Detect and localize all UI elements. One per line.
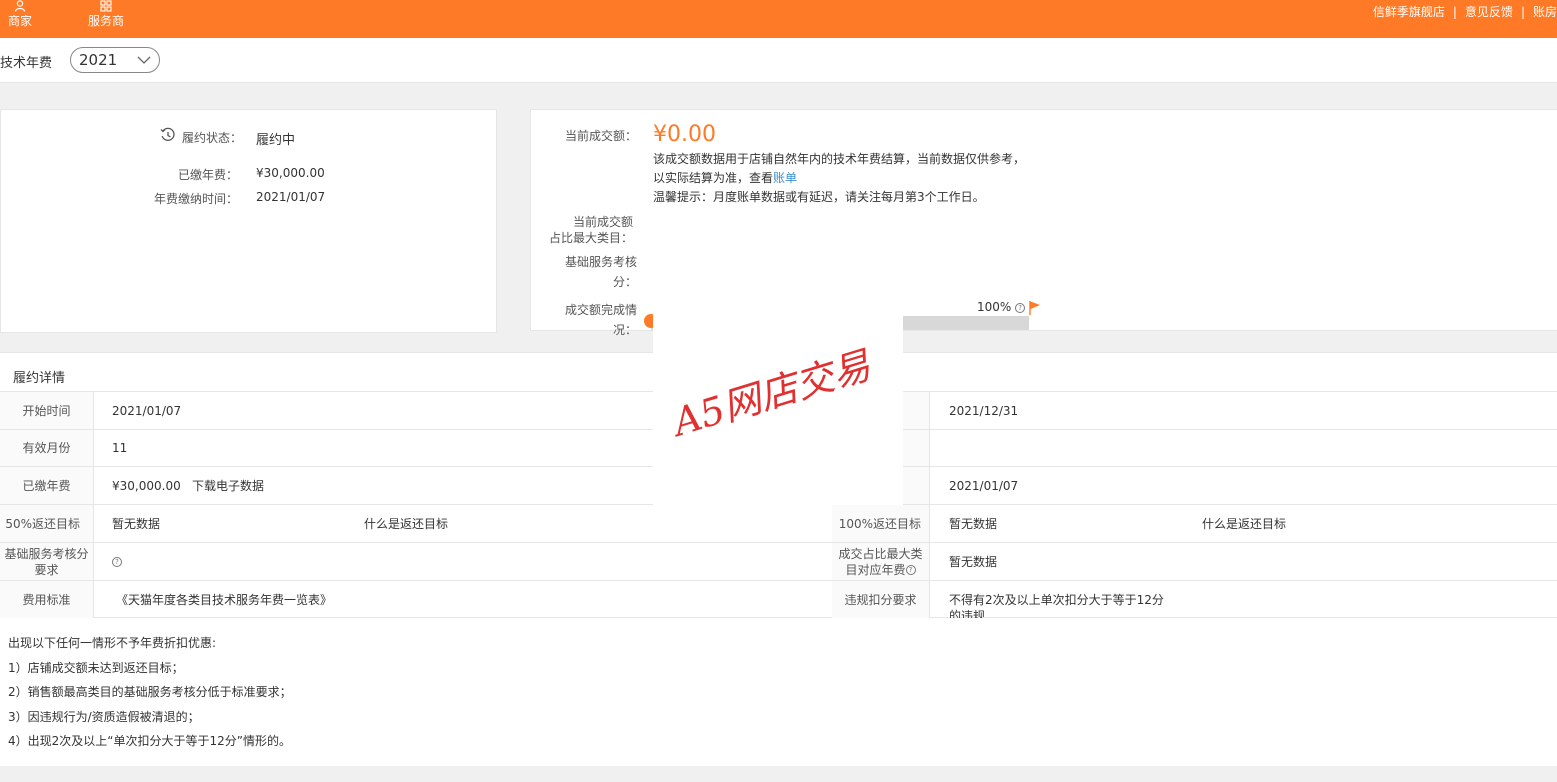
paid-fee-value: ¥30,000.00 <box>256 166 325 180</box>
progress-end-value: 100% <box>977 300 1012 314</box>
base-score-req-label-line1: 基础服务考核分 <box>4 546 89 561</box>
completion-label-line1: 成交额完成情 <box>564 303 637 317</box>
max-category-fee-value: 暂无数据 <box>949 554 998 569</box>
year-select[interactable]: 2021 <box>70 47 160 73</box>
feedback-link[interactable]: 意见反馈 <box>1465 3 1513 20</box>
details-title: 履约详情 <box>13 371 66 386</box>
max-category-fee-label-text: 目对应年费 <box>845 562 906 577</box>
turnover-note: 该成交额数据用于店铺自然年内的技术年费结算，当前数据仅供参考， <box>653 152 1026 166</box>
nav-merchant[interactable]: 商家 <box>6 0 34 38</box>
help-icon[interactable]: ? <box>112 556 122 567</box>
max-category-fee-label: 成交占比最大类 目对应年费? <box>832 543 930 580</box>
current-turnover-label: 当前成交额： <box>564 129 637 143</box>
history-icon <box>160 127 175 141</box>
paid-fee-label: 已缴年费 <box>0 467 94 504</box>
nav-provider[interactable]: 服务商 <box>86 0 126 38</box>
page-title: 技术年费 <box>0 56 53 71</box>
violation-req-value-line2: 的违规 <box>949 609 986 618</box>
end-time-value: 2021/12/31 <box>949 403 1019 418</box>
max-category-label-line2: 占比最大类目： <box>548 231 633 245</box>
payment-time-value: 2021/01/07 <box>949 478 1019 493</box>
table-row: 50%返还目标 暂无数据 什么是返还目标 100%返还目标 暂无数据 什么是返还… <box>0 504 1557 542</box>
watermark-text: A5网店交易 <box>668 343 876 445</box>
store-name-link[interactable]: 信鲜季旗舰店 <box>1373 3 1445 20</box>
start-time-value: 2021/01/07 <box>112 403 182 418</box>
watermark-overlay: A5网店交易 <box>653 305 903 505</box>
fee-standard-label: 费用标准 <box>0 581 94 618</box>
target-50-value: 暂无数据 <box>112 516 161 531</box>
base-score-req-label: 基础服务考核分 要求 <box>0 543 94 580</box>
help-icon[interactable]: ? <box>1015 302 1026 313</box>
violation-req-value: 不得有2次及以上单次扣分大于等于12分的违规 <box>949 581 1164 618</box>
rule-item: 2）销售额最高类目的基础服务考核分低于标准要求； <box>8 685 292 699</box>
nav-provider-label: 服务商 <box>87 14 124 28</box>
current-turnover-value: ¥0.00 <box>653 122 716 147</box>
pay-time-label: 年费缴纳时间： <box>153 192 238 206</box>
target-50-label: 50%返还目标 <box>0 505 94 542</box>
chevron-down-icon <box>137 56 151 64</box>
target-100-value: 暂无数据 <box>949 516 998 531</box>
target-100-label: 100%返还目标 <box>832 505 930 542</box>
what-is-target-link[interactable]: 什么是返还目标 <box>1202 505 1286 542</box>
table-row: 费用标准 《天猫年度各类目技术服务年费一览表》 违规扣分要求 不得有2次及以上单… <box>0 580 1557 618</box>
table-row: 基础服务考核分 要求 ? 成交占比最大类 目对应年费? 暂无数据 <box>0 542 1557 580</box>
max-category-label-line1: 当前成交额 <box>572 215 633 229</box>
base-score-label: 基础服务考核分： <box>565 252 637 292</box>
rule-item: 4）出现2次及以上“单次扣分大于等于12分”情形的。 <box>8 734 291 748</box>
status-label: 履约状态： <box>182 131 243 145</box>
base-score-req-value: ? <box>112 543 122 580</box>
what-is-target-link[interactable]: 什么是返还目标 <box>364 505 448 542</box>
turnover-note-line2: 以实际结算为准，查看账单 <box>653 169 797 188</box>
flag-icon <box>1029 301 1040 315</box>
divider: | <box>1452 5 1457 19</box>
turnover-card: 当前成交额： ¥0.00 该成交额数据用于店铺自然年内的技术年费结算，当前数据仅… <box>530 109 1557 337</box>
status-card: 履约状态： 履约中 已缴年费： ¥30,000.00 年费缴纳时间： 2021/… <box>0 109 497 333</box>
max-category-fee-label-line1: 成交占比最大类 <box>838 546 923 561</box>
progress-end-label: 100% ? <box>977 300 1026 314</box>
completion-label-line2: 况： <box>612 323 637 337</box>
grid-icon <box>86 0 126 14</box>
base-score-label-line1: 基础服务考核 <box>564 255 637 269</box>
max-category-label: 当前成交额占比最大类目： <box>549 214 633 246</box>
base-score-label-line2: 分： <box>612 275 637 289</box>
user-icon <box>6 0 34 14</box>
violation-req-label: 违规扣分要求 <box>832 581 930 618</box>
max-category-fee-label-line2: 目对应年费? <box>845 562 916 578</box>
paid-fee-value: ¥30,000.00 <box>112 478 181 493</box>
ledger-link[interactable]: 账房 <box>1533 3 1557 20</box>
rule-item: 1）店铺成交额未达到返还目标； <box>8 660 184 675</box>
divider: | <box>1520 5 1525 19</box>
rules-intro: 出现以下任何一情形不予年费折扣优惠: <box>8 636 217 650</box>
year-row: 技术年费 2021 <box>0 38 1557 83</box>
paid-fee-label: 已缴年费： <box>177 168 238 182</box>
completion-label: 成交额完成情况： <box>565 300 637 340</box>
valid-months-value: 11 <box>112 441 128 455</box>
pay-time-value: 2021/01/07 <box>256 190 326 204</box>
start-time-label: 开始时间 <box>0 392 94 429</box>
status-value: 履约中 <box>256 133 296 148</box>
turnover-note-text: 以实际结算为准，查看 <box>653 171 774 185</box>
bill-link[interactable]: 账单 <box>773 171 797 185</box>
top-links: 信鲜季旗舰店 | 意见反馈 | 账房 <box>1373 3 1557 20</box>
violation-req-value-line1: 不得有2次及以上单次扣分大于等于12分 <box>949 593 1164 607</box>
help-icon[interactable]: ? <box>905 565 916 575</box>
base-score-req-label-line2: 要求 <box>34 562 59 577</box>
discount-rules: 出现以下任何一情形不予年费折扣优惠: 1）店铺成交额未达到返还目标； 2）销售额… <box>8 631 292 754</box>
top-bar: 商家 服务商 信鲜季旗舰店 | 意见反馈 | 账房 <box>0 0 1557 38</box>
year-select-value: 2021 <box>79 51 118 69</box>
rule-item: 3）因违规行为/资质造假被清退的； <box>8 709 200 724</box>
fee-standard-link[interactable]: 《天猫年度各类目技术服务年费一览表》 <box>116 581 332 618</box>
valid-months-label: 有效月份 <box>0 430 94 466</box>
reminder-note: 温馨提示：月度账单数据或有延迟，请关注每月第3个工作日。 <box>653 190 985 204</box>
download-data-link[interactable]: 下载电子数据 <box>192 467 264 504</box>
nav-merchant-label: 商家 <box>7 14 32 28</box>
